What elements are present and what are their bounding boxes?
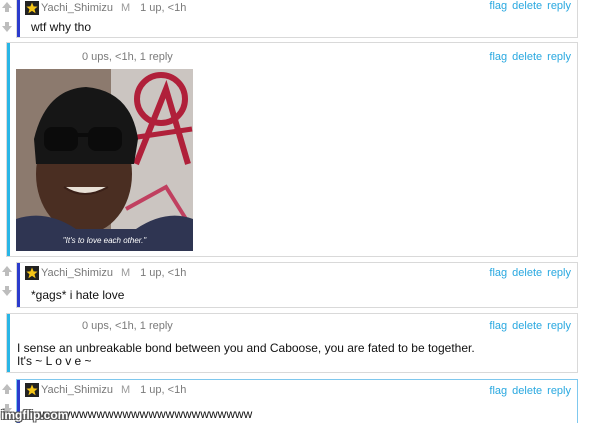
- mod-badge: M: [120, 384, 131, 396]
- delete-link[interactable]: delete: [512, 320, 542, 332]
- comment-header: 0 ups, <1h, 1 reply: [82, 320, 173, 334]
- flag-link[interactable]: flag: [489, 320, 507, 332]
- image-caption: "It's to love each other.": [62, 236, 147, 245]
- upvote-arrow-icon[interactable]: [1, 265, 13, 277]
- reply-link[interactable]: reply: [547, 51, 571, 63]
- comment-card: Yachi_Shimizu M 1 up, <1h flag delete reply …: [16, 0, 578, 38]
- reply-link[interactable]: reply: [547, 385, 571, 397]
- delete-link[interactable]: delete: [512, 0, 542, 12]
- username-link[interactable]: Yachi_Shimizu: [41, 267, 113, 279]
- flag-link[interactable]: flag: [489, 267, 507, 279]
- comment-meta: 1 up, <1h: [140, 2, 187, 14]
- delete-link[interactable]: delete: [512, 51, 542, 63]
- star-avatar-icon[interactable]: [25, 266, 39, 280]
- comment-meta: 1 up, <1h: [140, 384, 187, 396]
- reply-link[interactable]: reply: [547, 0, 571, 12]
- flag-link[interactable]: flag: [489, 0, 507, 12]
- thread-indent-bar: [17, 0, 20, 37]
- comment-header: 0 ups, <1h, 1 reply: [82, 51, 173, 65]
- flag-link[interactable]: flag: [489, 385, 507, 397]
- comment-card: 0 ups, <1h, 1 reply flag delete reply I se…: [6, 313, 578, 373]
- comment-meta: 1 up, <1h: [140, 267, 187, 279]
- comment-text-line: It's ~ L o v e ~: [17, 354, 92, 368]
- comment-text: I sense an unbreakable bond between you …: [17, 342, 475, 368]
- comment-actions: flag delete reply: [484, 385, 571, 397]
- comment-card: Yachi_Shimizu M 1 up, <1h flag delete reply …: [16, 379, 578, 423]
- comment-text: *gags* i hate love: [31, 288, 125, 302]
- comment-header: Yachi_Shimizu M 1 up, <1h: [25, 383, 186, 397]
- upvote-arrow-icon[interactable]: [1, 383, 13, 395]
- mod-badge: M: [120, 267, 131, 279]
- comment-header: Yachi_Shimizu M 1 up, <1h: [25, 1, 186, 15]
- thread-indent-bar: [7, 314, 10, 372]
- delete-link[interactable]: delete: [512, 385, 542, 397]
- comment-card: Yachi_Shimizu M 1 up, <1h flag delete reply …: [16, 262, 578, 308]
- delete-link[interactable]: delete: [512, 267, 542, 279]
- thread-indent-bar: [17, 263, 20, 307]
- reply-link[interactable]: reply: [547, 320, 571, 332]
- upvote-arrow-icon[interactable]: [1, 1, 13, 13]
- comment-text: wtf why tho: [31, 20, 92, 34]
- thread-indent-bar: [7, 43, 10, 256]
- comment-meta: 0 ups, <1h, 1 reply: [82, 51, 173, 64]
- comment-actions: flag delete reply: [484, 0, 571, 12]
- meme-image[interactable]: "It's to love each other.": [16, 69, 193, 251]
- mod-badge: M: [120, 2, 131, 14]
- username-link[interactable]: Yachi_Shimizu: [41, 384, 113, 396]
- comment-header: Yachi_Shimizu M 1 up, <1h: [25, 266, 186, 280]
- comment-actions: flag delete reply: [484, 267, 571, 279]
- reply-link[interactable]: reply: [547, 267, 571, 279]
- meme-photo-graphic: [16, 69, 193, 251]
- vote-controls: [0, 1, 14, 33]
- comment-card: 0 ups, <1h, 1 reply flag delete reply "It'…: [6, 42, 578, 257]
- username-link[interactable]: Yachi_Shimizu: [41, 2, 113, 14]
- vote-controls: [0, 265, 14, 297]
- flag-link[interactable]: flag: [489, 51, 507, 63]
- comment-actions: flag delete reply: [484, 320, 571, 332]
- downvote-arrow-icon[interactable]: [1, 21, 13, 33]
- star-avatar-icon[interactable]: [25, 383, 39, 397]
- comment-meta: 0 ups, <1h, 1 reply: [82, 320, 173, 333]
- comment-actions: flag delete reply: [484, 51, 571, 63]
- downvote-arrow-icon[interactable]: [1, 285, 13, 297]
- star-avatar-icon[interactable]: [25, 1, 39, 15]
- imgflip-watermark: imgflip.com: [1, 408, 69, 422]
